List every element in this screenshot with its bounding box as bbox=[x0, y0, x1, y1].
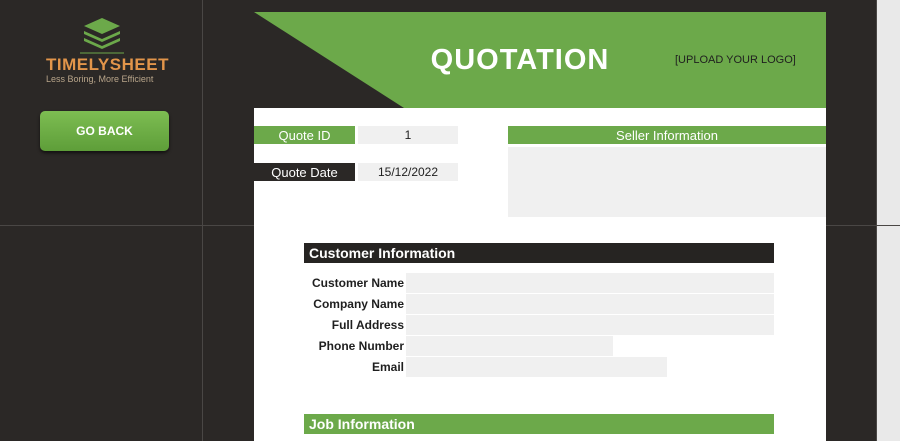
job-info-header: Job Information bbox=[304, 414, 774, 434]
customer-name-field[interactable] bbox=[406, 273, 774, 293]
quote-id-value[interactable]: 1 bbox=[358, 126, 458, 144]
quote-date-label: Quote Date bbox=[254, 163, 355, 181]
column-divider bbox=[202, 0, 203, 441]
seller-info-header: Seller Information bbox=[508, 126, 826, 144]
layers-logo-icon bbox=[78, 16, 126, 56]
brand-tagline: Less Boring, More Efficient bbox=[46, 74, 154, 84]
brand-name: TIMELYSHEET bbox=[46, 55, 169, 74]
full-address-label: Full Address bbox=[331, 318, 404, 332]
go-back-button[interactable]: GO BACK bbox=[40, 111, 169, 151]
email-field[interactable] bbox=[406, 357, 667, 377]
seller-info-field[interactable] bbox=[508, 147, 826, 217]
sheet-right-margin bbox=[877, 0, 900, 441]
company-name-field[interactable] bbox=[406, 294, 774, 314]
customer-name-label: Customer Name bbox=[311, 276, 404, 290]
quote-id-label: Quote ID bbox=[254, 126, 355, 144]
upload-logo-placeholder[interactable]: [UPLOAD YOUR LOGO] bbox=[675, 54, 820, 66]
phone-number-label: Phone Number bbox=[318, 339, 404, 353]
company-name-label: Company Name bbox=[313, 297, 404, 311]
page-title: QUOTATION bbox=[430, 44, 610, 76]
quote-date-value[interactable]: 15/12/2022 bbox=[358, 163, 458, 181]
column-divider-right bbox=[876, 0, 877, 441]
phone-number-field[interactable] bbox=[406, 336, 613, 356]
email-label: Email bbox=[371, 360, 404, 374]
customer-info-header: Customer Information bbox=[304, 243, 774, 263]
banner-corner-triangle bbox=[254, 12, 404, 108]
full-address-field[interactable] bbox=[406, 315, 774, 335]
